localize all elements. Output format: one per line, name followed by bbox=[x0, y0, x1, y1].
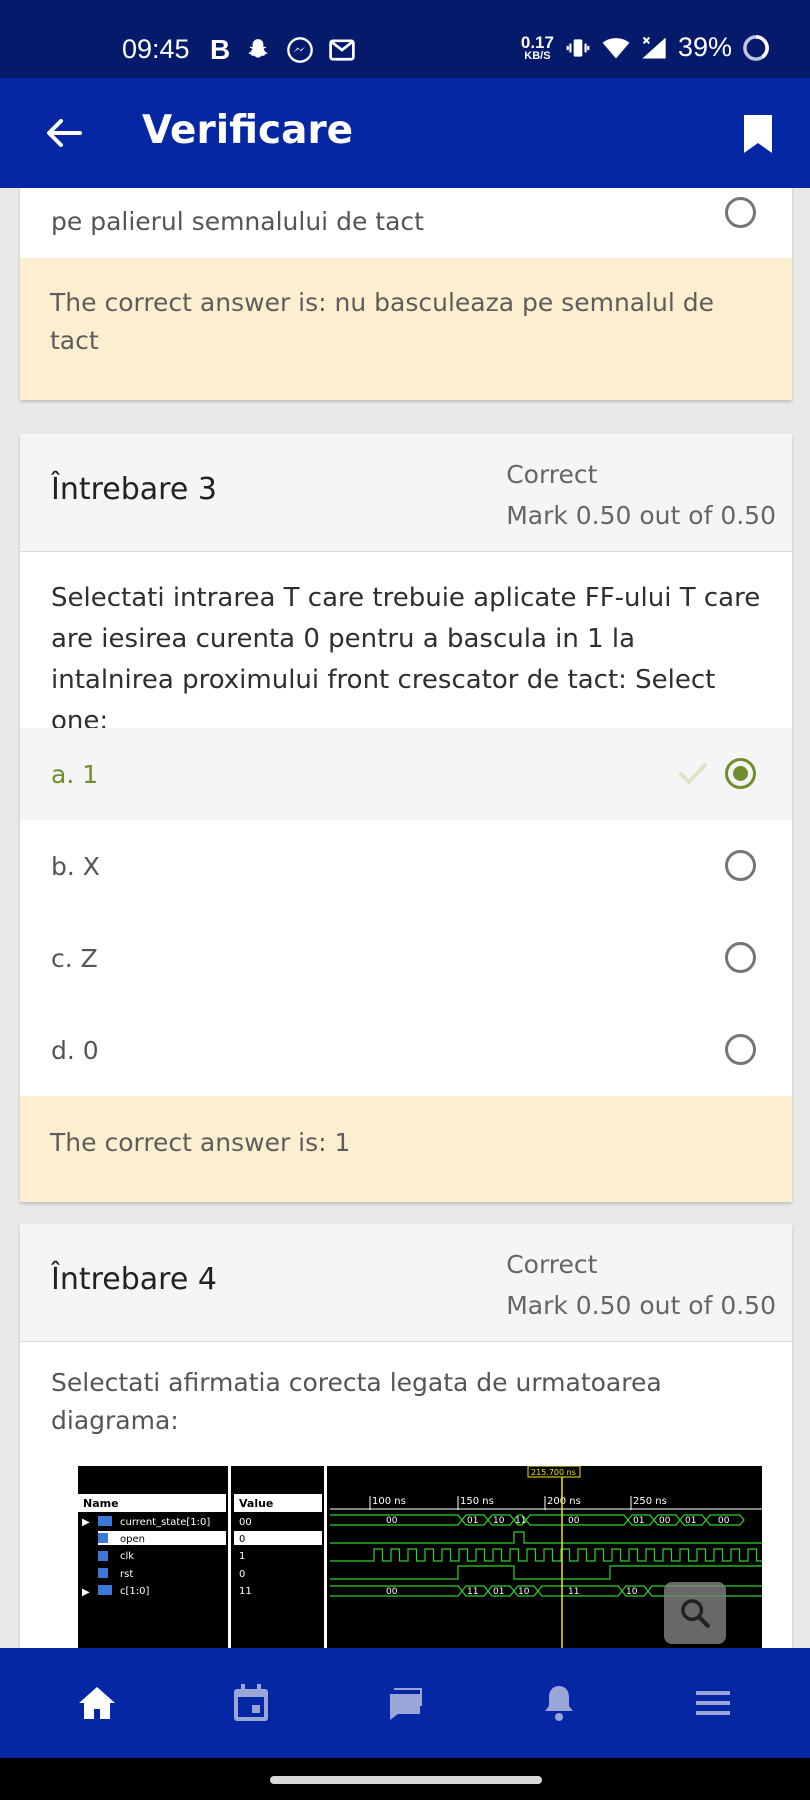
question-2-card: pe palierul semnalului de tact The corre… bbox=[20, 188, 792, 400]
status-bar: 09:45 B 0.17 KB/S 39% bbox=[0, 0, 810, 78]
nav-more-menu[interactable] bbox=[673, 1663, 753, 1743]
question-3-card: Întrebare 3 Correct Mark 0.50 out of 0.5… bbox=[20, 434, 792, 1202]
option-c[interactable]: c. Z bbox=[20, 912, 792, 1004]
question-text: Selectati intrarea T care trebuie aplica… bbox=[51, 583, 761, 736]
wifi-icon bbox=[602, 34, 630, 62]
system-navigation-bar bbox=[0, 1758, 810, 1800]
calendar-icon bbox=[234, 1684, 268, 1721]
nav-notifications[interactable] bbox=[519, 1663, 599, 1743]
battery-percent: 39% bbox=[677, 32, 732, 62]
question-text: Selectati afirmatia corecta legata de ur… bbox=[51, 1368, 662, 1435]
app-bar: Verificare bbox=[0, 78, 810, 188]
nav-messages[interactable] bbox=[365, 1663, 445, 1743]
mark-label: Mark 0.50 out of 0.50 bbox=[506, 501, 776, 530]
nav-calendar[interactable] bbox=[211, 1663, 291, 1743]
menu-icon bbox=[696, 1691, 730, 1715]
nav-home[interactable] bbox=[57, 1663, 137, 1743]
page-title: Verificare bbox=[142, 108, 354, 153]
messages-icon bbox=[390, 1688, 422, 1720]
option-a[interactable]: a. 1 bbox=[20, 728, 792, 820]
option-label: d. 0 bbox=[51, 1035, 99, 1065]
arrow-left-icon bbox=[47, 119, 82, 147]
bottom-navigation bbox=[0, 1648, 810, 1758]
option-label: a. 1 bbox=[51, 759, 99, 789]
correct-answer-feedback: The correct answer is: nu basculeaza pe … bbox=[20, 258, 792, 400]
system-status: 0.17 KB/S 39% bbox=[521, 32, 770, 63]
battery-icon bbox=[742, 34, 770, 62]
option-b[interactable]: b. X bbox=[20, 820, 792, 912]
network-speed: 0.17 KB/S bbox=[520, 32, 554, 62]
status-time: 09:45 bbox=[122, 34, 190, 64]
option-label: pe palierul semnalului de tact bbox=[51, 207, 424, 236]
check-icon bbox=[679, 763, 707, 784]
zoom-image-button[interactable] bbox=[664, 1582, 726, 1644]
option-radio[interactable] bbox=[725, 1034, 756, 1065]
back-button[interactable] bbox=[40, 109, 88, 157]
question-number: Întrebare 3 bbox=[51, 472, 217, 507]
vibrate-icon bbox=[564, 34, 592, 62]
gmail-icon bbox=[328, 36, 356, 64]
correct-answer-feedback: The correct answer is: 1 bbox=[20, 1096, 792, 1202]
option-d[interactable]: d. 0 bbox=[20, 1004, 792, 1096]
state-label: Correct bbox=[506, 1250, 598, 1279]
option-label: b. X bbox=[51, 851, 100, 881]
bookmark-icon bbox=[744, 115, 772, 153]
question-header: Întrebare 3 Correct Mark 0.50 out of 0.5… bbox=[20, 434, 792, 552]
option-label: c. Z bbox=[51, 943, 98, 973]
state-label: Correct bbox=[506, 460, 598, 489]
mark-label: Mark 0.50 out of 0.50 bbox=[506, 1291, 776, 1320]
option-radio[interactable] bbox=[725, 942, 756, 973]
snapchat-icon bbox=[244, 36, 272, 64]
b-app-icon: B bbox=[210, 34, 231, 65]
content-scroll[interactable]: pe palierul semnalului de tact The corre… bbox=[0, 188, 810, 1648]
option-partial[interactable]: pe palierul semnalului de tact bbox=[20, 188, 792, 258]
notification-icons: B bbox=[210, 34, 356, 66]
messenger-icon bbox=[286, 36, 314, 64]
question-state: Correct Mark 0.50 out of 0.50 bbox=[506, 454, 776, 536]
bell-icon bbox=[545, 1686, 573, 1721]
home-icon bbox=[79, 1687, 115, 1719]
option-radio[interactable] bbox=[725, 197, 756, 228]
question-header: Întrebare 4 Correct Mark 0.50 out of 0.5… bbox=[20, 1224, 792, 1342]
question-number: Întrebare 4 bbox=[51, 1262, 217, 1297]
question-state: Correct Mark 0.50 out of 0.50 bbox=[506, 1244, 776, 1326]
bookmark-button[interactable] bbox=[736, 112, 780, 156]
option-radio-selected[interactable] bbox=[725, 758, 756, 789]
option-radio[interactable] bbox=[725, 850, 756, 881]
magnifier-icon bbox=[681, 1599, 710, 1628]
home-gesture-bar[interactable] bbox=[270, 1776, 542, 1784]
signal-icon bbox=[640, 34, 668, 62]
